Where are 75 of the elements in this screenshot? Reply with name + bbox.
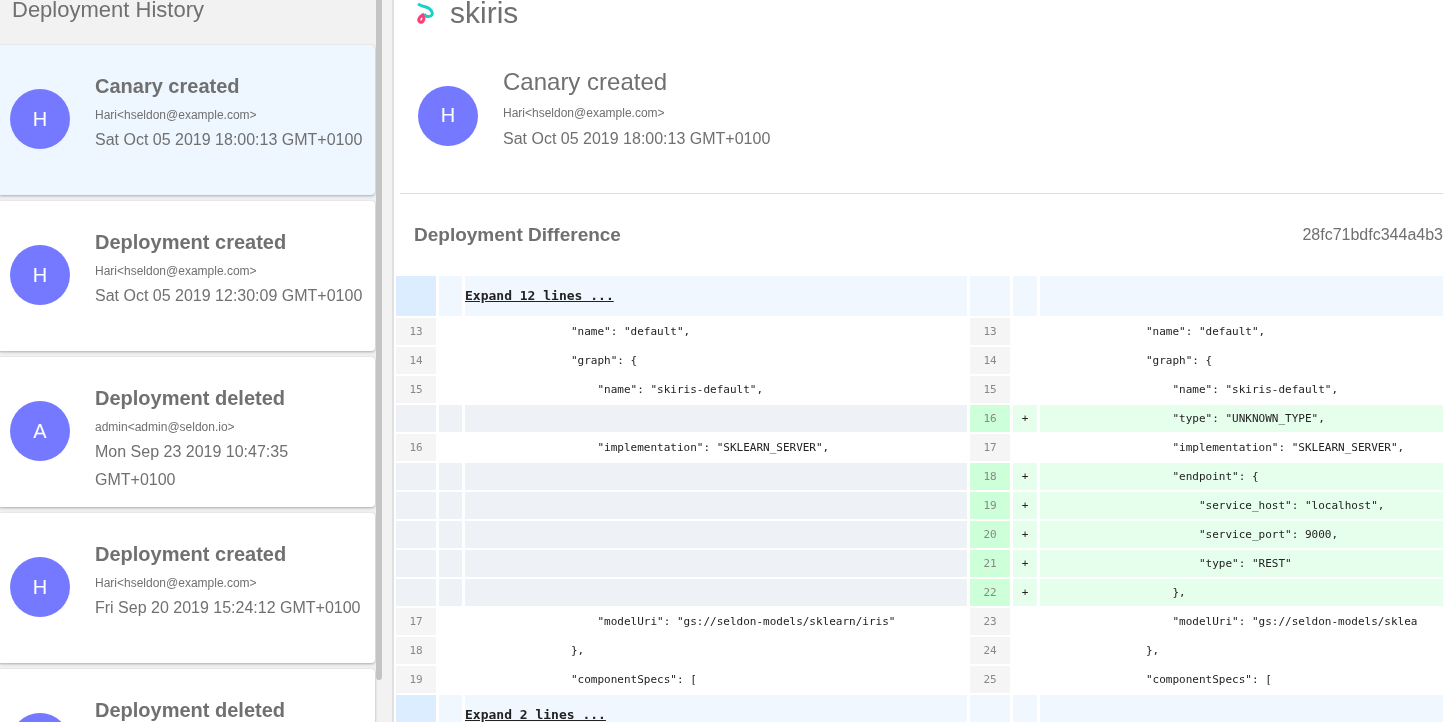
diff-marker: + [1013, 463, 1037, 490]
code-line: }, [569, 643, 586, 659]
line-number: 14 [396, 347, 436, 374]
line-number: 18 [970, 463, 1010, 490]
line-number: 18 [396, 637, 436, 664]
line-number: 21 [970, 550, 1010, 577]
line-number: 14 [970, 347, 1010, 374]
event-date: Mon Sep 23 2019 10:47:35 GMT+0100 [95, 442, 290, 490]
event-date: Sat Oct 05 2019 18:00:13 GMT+0100 [503, 129, 771, 148]
line-number: 20 [970, 521, 1010, 548]
code-line: }, [1144, 643, 1161, 659]
code-line: "name": "skiris-default", [596, 382, 764, 398]
code-line: "modelUri": "gs://seldon-models/sklea [1171, 614, 1419, 630]
event-date: Sat Oct 05 2019 18:00:13 GMT+0100 [95, 130, 363, 150]
event-date: Fri Sep 20 2019 15:24:12 GMT+0100 [95, 598, 361, 618]
avatar: A [10, 401, 70, 461]
event-title: Deployment deleted [95, 699, 286, 722]
diff-marker: + [1013, 550, 1037, 577]
empty-cell [396, 276, 436, 316]
line-number: 15 [396, 376, 436, 403]
code-line: "name": "default", [1144, 324, 1267, 340]
author-email: Hari<hseldon@example.com> [503, 105, 666, 120]
line-number: 17 [396, 608, 436, 635]
code-line: "graph": { [1144, 353, 1214, 369]
line-number: 15 [970, 376, 1010, 403]
line-number: 13 [970, 318, 1010, 345]
code-line: "componentSpecs": [ [1144, 672, 1273, 688]
code-line: "name": "skiris-default", [1171, 382, 1339, 398]
history-card[interactable]: H Deployment created Hari<hseldon@example.com> Fri Sep 20 2019 15:24:12 GMT+0100 [0, 513, 375, 663]
scrollbar[interactable] [376, 0, 382, 680]
author-email: Hari<hseldon@example.com> [95, 108, 258, 122]
code-line: "name": "default", [569, 324, 692, 340]
code-line: "graph": { [569, 353, 639, 369]
line-number: 16 [396, 434, 436, 461]
code-line: "implementation": "SKLEARN_SERVER", [1171, 440, 1406, 456]
diff-marker: + [1013, 405, 1037, 432]
line-number: 17 [970, 434, 1010, 461]
diff-marker: + [1013, 521, 1037, 548]
expand-link[interactable]: Expand 2 lines ... [465, 707, 606, 722]
event-title: Deployment deleted [95, 387, 287, 410]
line-number: 16 [970, 405, 1010, 432]
line-number: 19 [396, 666, 436, 693]
code-line: "implementation": "SKLEARN_SERVER", [596, 440, 831, 456]
panel-title: Deployment History [11, 0, 205, 24]
expand-link[interactable]: Expand 12 lines ... [465, 288, 614, 303]
history-card[interactable]: Deployment deleted [0, 669, 375, 722]
line-number: 23 [970, 608, 1010, 635]
code-line: "modelUri": "gs://seldon-models/sklearn/iris" [596, 614, 897, 630]
diff-marker: + [1013, 492, 1037, 519]
event-title: Canary created [95, 75, 241, 98]
line-number: 13 [396, 318, 436, 345]
author-email: admin<admin@seldon.io> [95, 420, 236, 434]
event-title: Deployment created [95, 231, 288, 254]
commit-hash: 28fc71bdfc344a4b3 [1302, 226, 1443, 244]
line-number: 24 [970, 637, 1010, 664]
line-number: 19 [970, 492, 1010, 519]
history-card[interactable]: H Canary created Hari<hseldon@example.com> Sat Oct 05 2019 18:00:13 GMT+0100 [0, 45, 375, 195]
section-title: Deployment Difference [414, 224, 621, 246]
line-number: 22 [970, 579, 1010, 606]
author-email: Hari<hseldon@example.com> [95, 264, 258, 278]
avatar: H [10, 245, 70, 305]
history-card[interactable]: A Deployment deleted admin<admin@seldon.io> Mon Sep 23 2019 10:47:35 GMT+0100 [0, 357, 375, 507]
event-title: Canary created [503, 67, 669, 96]
event-title: Deployment created [95, 543, 288, 566]
logo-icon [414, 2, 436, 24]
avatar: H [10, 557, 70, 617]
diff-marker: + [1013, 579, 1037, 606]
history-card[interactable]: H Deployment created Hari<hseldon@example.com> Sat Oct 05 2019 12:30:09 GMT+0100 [0, 201, 375, 351]
avatar: H [418, 85, 478, 146]
code-line: "componentSpecs": [ [569, 672, 698, 688]
event-date: Sat Oct 05 2019 12:30:09 GMT+0100 [95, 286, 363, 306]
deployment-name: skiris [450, 1, 519, 25]
author-email: Hari<hseldon@example.com> [95, 576, 258, 590]
line-number: 25 [970, 666, 1010, 693]
avatar: H [10, 89, 70, 149]
